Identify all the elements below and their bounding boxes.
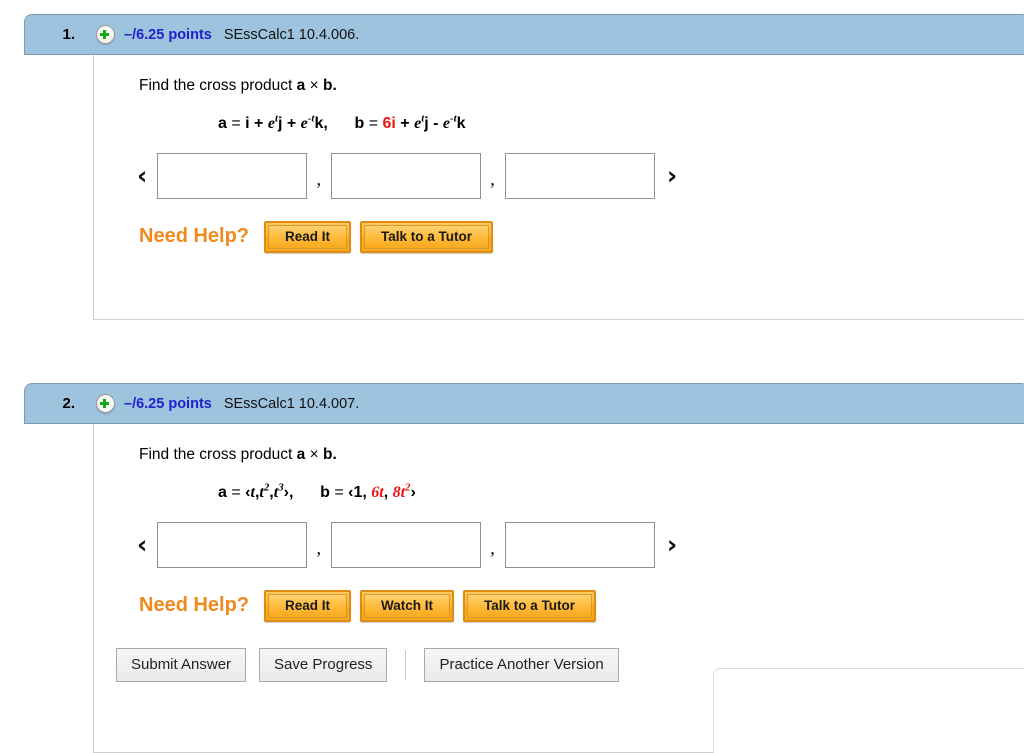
angle-bracket-open-icon: ‹ (137, 161, 148, 191)
action-bar-divider (405, 649, 407, 680)
angle-bracket-close-icon: › (666, 161, 678, 191)
submit-answer-button[interactable]: Submit Answer (116, 647, 247, 682)
question-1-number: 1. (62, 26, 75, 43)
assignment-page: 1. –/6.25 points SEssCalc1 10.4.006. Fin… (0, 0, 1024, 753)
answer-input-2-i[interactable] (157, 521, 308, 568)
vector-a-name: a (218, 483, 227, 501)
angle-bracket-close-icon: › (666, 530, 678, 560)
question-1-body: Find the cross product a × b. a = i + et… (93, 55, 1024, 320)
question-2-reference: SEssCalc1 10.4.007. (223, 395, 360, 412)
question-2-prompt: Find the cross product a × b. (94, 424, 1024, 465)
talk-to-tutor-button[interactable]: Talk to a Tutor (463, 589, 597, 622)
vector-b-terms: 6i + etj - e-tk (382, 112, 466, 132)
vector-a-name: a (218, 114, 227, 132)
answer-input-1-k[interactable] (504, 152, 655, 199)
question-2-points: –/6.25 points (124, 395, 212, 412)
angle-bracket-open-icon: ‹ (137, 530, 148, 560)
read-it-label: Read It (268, 593, 348, 618)
question-2-help-row: Need Help? Read It Watch It Talk to a Tu… (94, 568, 1024, 622)
need-help-label: Need Help? (139, 594, 250, 617)
vector-b-name: b (320, 483, 330, 501)
question-1-help-row: Need Help? Read It Talk to a Tutor (94, 199, 1024, 253)
question-block-1: 1. –/6.25 points SEssCalc1 10.4.006. Fin… (24, 14, 1024, 320)
vector-b-equals: = (368, 114, 379, 132)
question-1-header: 1. –/6.25 points SEssCalc1 10.4.006. (24, 14, 1024, 55)
vector-a-equals: = (231, 114, 241, 132)
vector-a-terms: ‹t,t2,t3›, (245, 481, 294, 501)
answer-separator: , (316, 168, 322, 190)
prompt-text: Find the cross product (139, 446, 297, 463)
answer-separator: , (316, 537, 322, 559)
question-1-vectors: a = i + etj + e-tk, b = 6i + etj - e-tk (94, 96, 1024, 133)
watch-it-label: Watch It (364, 593, 451, 618)
talk-to-tutor-label: Talk to a Tutor (467, 593, 593, 618)
prompt-cross-symbol: × (309, 446, 319, 463)
prompt-cross-symbol: × (309, 77, 319, 94)
save-progress-button[interactable]: Save Progress (259, 647, 388, 682)
question-2-answer-row: ‹ , , › (94, 502, 1024, 568)
read-it-button[interactable]: Read It (264, 220, 352, 253)
need-help-label: Need Help? (139, 225, 250, 248)
practice-another-version-button[interactable]: Practice Another Version (424, 647, 619, 682)
prompt-text: Find the cross product (139, 77, 297, 94)
question-2-header: 2. –/6.25 points SEssCalc1 10.4.007. (24, 383, 1024, 424)
prompt-vector-a: a (296, 77, 306, 94)
answer-input-2-k[interactable] (504, 521, 655, 568)
vector-b-equals: = (334, 483, 344, 501)
prompt-vector-a: a (296, 446, 306, 463)
question-1-answer-row: ‹ , , › (94, 133, 1024, 199)
adjacent-panel (713, 668, 1024, 753)
read-it-button[interactable]: Read It (264, 589, 352, 622)
vector-a-equals: = (231, 483, 241, 501)
answer-separator: , (490, 537, 495, 559)
talk-to-tutor-label: Talk to a Tutor (364, 224, 490, 249)
question-2-number: 2. (62, 395, 75, 412)
answer-input-2-j[interactable] (331, 521, 482, 568)
plus-circle-icon[interactable] (96, 25, 115, 44)
answer-separator: , (490, 168, 495, 190)
question-1-prompt: Find the cross product a × b. (94, 55, 1024, 96)
read-it-label: Read It (268, 224, 348, 249)
question-1-points: –/6.25 points (124, 26, 212, 43)
talk-to-tutor-button[interactable]: Talk to a Tutor (360, 220, 494, 253)
watch-it-button[interactable]: Watch It (360, 589, 455, 622)
prompt-period: . (332, 77, 337, 94)
question-1-reference: SEssCalc1 10.4.006. (223, 26, 360, 43)
answer-input-1-i[interactable] (157, 152, 308, 199)
answer-input-1-j[interactable] (331, 152, 482, 199)
vector-a-terms: i + etj + e-tk, (245, 112, 328, 132)
question-2-vectors: a = ‹t,t2,t3›, b = ‹1, 6t, 8t2› (94, 465, 1024, 502)
plus-circle-icon[interactable] (96, 394, 115, 413)
prompt-period: . (332, 446, 337, 463)
vector-b-terms: ‹1, 6t, 8t2› (348, 481, 416, 501)
vector-b-name: b (354, 114, 365, 132)
